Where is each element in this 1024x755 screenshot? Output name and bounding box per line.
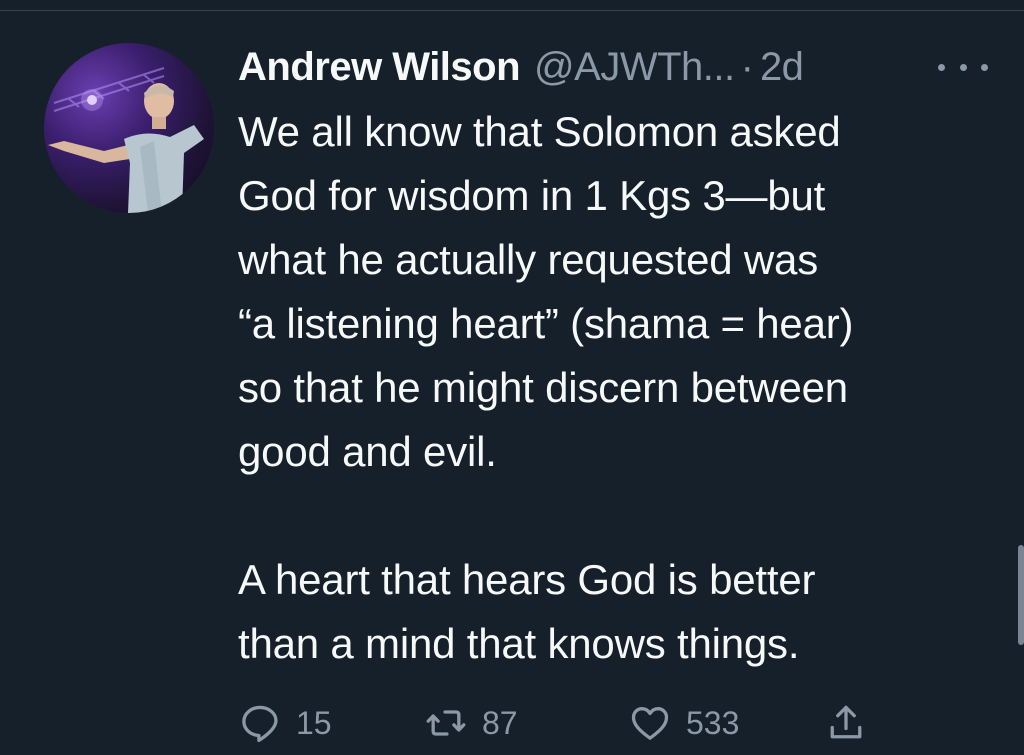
reply-button[interactable]: 15 (238, 700, 332, 746)
avatar[interactable] (44, 43, 214, 213)
share-icon (830, 705, 862, 739)
tweet-timestamp[interactable]: 2d (760, 45, 804, 90)
tweet-text-line: God for wisdom in 1 Kgs 3—but (238, 172, 826, 219)
avatar-photo (48, 67, 204, 213)
like-button[interactable]: 533 (628, 700, 739, 746)
reply-count: 15 (296, 704, 332, 741)
retweet-icon (426, 710, 466, 736)
tweet-text-line: A heart that hears God is better (238, 556, 816, 603)
tweet-actions: 15 87 533 (238, 700, 878, 746)
like-count: 533 (686, 704, 740, 741)
tweet-text-line: than a mind that knows things. (238, 620, 800, 667)
separator-dot: · (740, 44, 754, 89)
author-display-name[interactable]: Andrew Wilson (238, 45, 521, 90)
author-handle[interactable]: @AJWTh... (534, 45, 735, 90)
tweet-text: We all know that Solomon asked God for w… (238, 100, 998, 676)
more-dot (981, 63, 988, 71)
retweet-button[interactable]: 87 (424, 700, 518, 746)
tweet-text-line: good and evil. (238, 428, 497, 475)
tweet-text-line: so that he might discern between (238, 364, 848, 411)
heart-icon (631, 707, 669, 740)
more-dot (938, 63, 945, 71)
share-button[interactable] (824, 700, 868, 746)
more-dot (959, 63, 967, 71)
reply-icon (242, 705, 278, 743)
top-divider (0, 0, 1024, 11)
tweet-text-line: We all know that Solomon asked (238, 108, 841, 155)
more-options-icon[interactable] (938, 52, 988, 82)
tweet-text-line: what he actually requested was (238, 236, 819, 283)
tweet-text-line: “a listening heart” (shama = hear) (238, 300, 854, 347)
scrollbar-thumb[interactable] (1018, 545, 1024, 645)
retweet-count: 87 (482, 704, 518, 741)
tweet-header: Andrew Wilson @AJWTh... · 2d (238, 44, 998, 90)
